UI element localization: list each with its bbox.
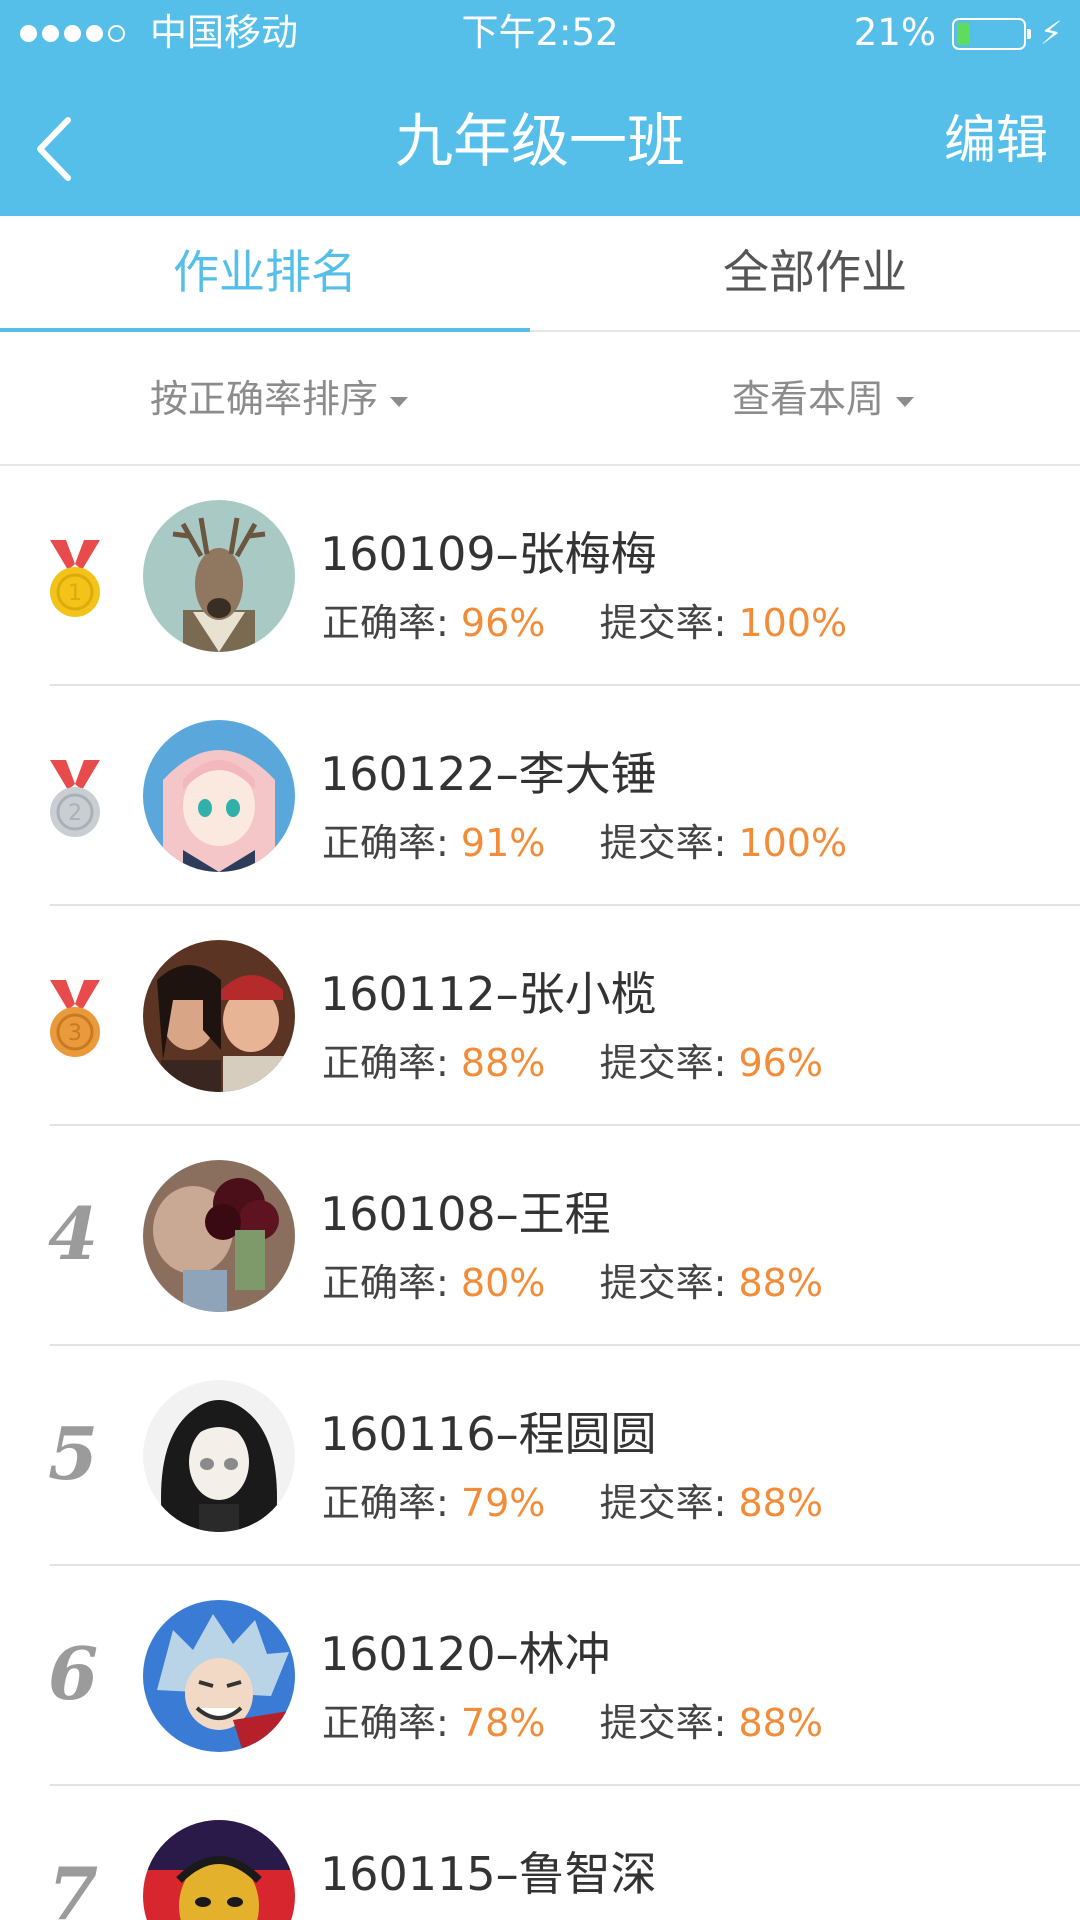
avatar[interactable] xyxy=(143,500,295,652)
battery-icon xyxy=(952,18,1031,50)
student-stats: 正确率: 88% 提交率: 96% xyxy=(322,1032,823,1087)
rank-number: 7 xyxy=(48,1851,99,1920)
sort-dropdown-label: 按正确率排序 xyxy=(150,377,379,421)
student-stats: 正确率: 91% 提交率: 100% xyxy=(322,812,847,867)
accuracy-value: 91% xyxy=(460,821,546,865)
submission-label: 提交率: xyxy=(599,1261,727,1305)
submission-value: 96% xyxy=(738,1041,823,1085)
list-item[interactable]: 2 160122–李大锤 正确率: 91% 提交率: 100% xyxy=(0,686,1080,906)
bronze-medal-icon: 3 xyxy=(50,980,100,1057)
list-item[interactable]: 3 160112–张小榄 正确率: 88% 提交率: 96% xyxy=(0,906,1080,1126)
accuracy-value: 96% xyxy=(460,601,546,645)
student-name: 160109–张梅梅 xyxy=(320,527,657,581)
silver-medal-icon: 2 xyxy=(50,760,100,837)
accuracy-label: 正确率: xyxy=(322,601,449,645)
student-name: 160120–林冲 xyxy=(320,1627,611,1681)
submission-label: 提交率: xyxy=(599,1701,727,1745)
header: 中国移动 下午2:52 21% ⚡ 九年级一班 编辑 xyxy=(0,0,1080,216)
student-stats: 正确率: 96% 提交率: 100% xyxy=(322,592,847,647)
charging-icon: ⚡ xyxy=(1040,14,1063,52)
tab-homework-ranking[interactable]: 作业排名 xyxy=(0,216,530,332)
avatar[interactable] xyxy=(143,1600,295,1752)
avatar[interactable] xyxy=(143,720,295,872)
avatar[interactable] xyxy=(143,1160,295,1312)
student-name: 160115–鲁智深 xyxy=(320,1847,657,1901)
edit-button[interactable]: 编辑 xyxy=(944,66,1048,216)
rank-number: 4 xyxy=(48,1191,99,1276)
accuracy-label: 正确率: xyxy=(322,1701,449,1745)
accuracy-value: 79% xyxy=(460,1481,546,1525)
list-item[interactable]: 4 160108–王程 正确率: 80% 提交率: 88% xyxy=(0,1126,1080,1346)
submission-value: 88% xyxy=(738,1261,823,1305)
period-dropdown[interactable]: 查看本周 xyxy=(732,332,915,466)
tab-all-homework[interactable]: 全部作业 xyxy=(550,216,1080,330)
avatar[interactable] xyxy=(143,940,295,1092)
list-item[interactable]: 6 160120–林冲 正确率: 78% 提交率: 88% xyxy=(0,1566,1080,1786)
student-name: 160122–李大锤 xyxy=(320,747,657,801)
accuracy-value: 80% xyxy=(460,1261,546,1305)
student-name: 160112–张小榄 xyxy=(320,967,657,1021)
tab-bar: 作业排名 全部作业 xyxy=(0,216,1080,332)
accuracy-label: 正确率: xyxy=(322,821,449,865)
avatar[interactable] xyxy=(143,1380,295,1532)
accuracy-label: 正确率: xyxy=(322,1041,449,1085)
student-name: 160116–程圆圆 xyxy=(320,1407,657,1461)
filter-bar: 按正确率排序 查看本周 xyxy=(0,332,1080,466)
rank-number: 6 xyxy=(48,1631,99,1716)
status-bar: 中国移动 下午2:52 21% ⚡ xyxy=(0,0,1080,66)
submission-label: 提交率: xyxy=(599,821,727,865)
submission-value: 100% xyxy=(738,601,848,645)
rank-number: 5 xyxy=(48,1411,99,1496)
list-item[interactable]: 7 160115–鲁智深 xyxy=(0,1786,1080,1920)
submission-value: 88% xyxy=(738,1701,823,1745)
list-item[interactable]: 1 160109–张梅梅 正确率: 96% 提交率: 100% xyxy=(0,466,1080,686)
accuracy-label: 正确率: xyxy=(322,1261,449,1305)
submission-value: 100% xyxy=(738,821,848,865)
gold-medal-icon: 1 xyxy=(50,540,100,617)
accuracy-value: 78% xyxy=(460,1701,546,1745)
svg-text:2: 2 xyxy=(68,801,82,826)
submission-label: 提交率: xyxy=(599,1041,727,1085)
list-item[interactable]: 5 160116–程圆圆 正确率: 79% 提交率: 88% xyxy=(0,1346,1080,1566)
student-stats: 正确率: 78% 提交率: 88% xyxy=(322,1692,823,1747)
period-dropdown-label: 查看本周 xyxy=(732,377,885,421)
svg-text:1: 1 xyxy=(68,581,82,606)
svg-text:3: 3 xyxy=(68,1021,82,1046)
caret-down-icon xyxy=(390,396,409,407)
accuracy-label: 正确率: xyxy=(322,1481,449,1525)
submission-value: 88% xyxy=(738,1481,823,1525)
submission-label: 提交率: xyxy=(599,601,727,645)
battery-percentage: 21% xyxy=(853,11,936,54)
sort-dropdown[interactable]: 按正确率排序 xyxy=(150,332,409,466)
student-stats: 正确率: 79% 提交率: 88% xyxy=(322,1472,823,1527)
submission-label: 提交率: xyxy=(599,1481,727,1525)
ranking-list: 1 160109–张梅梅 正确率: 96% 提交率: 100% 2 160122… xyxy=(0,466,1080,1920)
accuracy-value: 88% xyxy=(460,1041,546,1085)
page-title: 九年级一班 xyxy=(394,107,685,175)
nav-bar: 九年级一班 编辑 xyxy=(0,66,1080,216)
caret-down-icon xyxy=(896,396,915,407)
student-name: 160108–王程 xyxy=(320,1187,611,1241)
student-stats: 正确率: 80% 提交率: 88% xyxy=(322,1252,823,1307)
avatar[interactable] xyxy=(143,1820,295,1920)
